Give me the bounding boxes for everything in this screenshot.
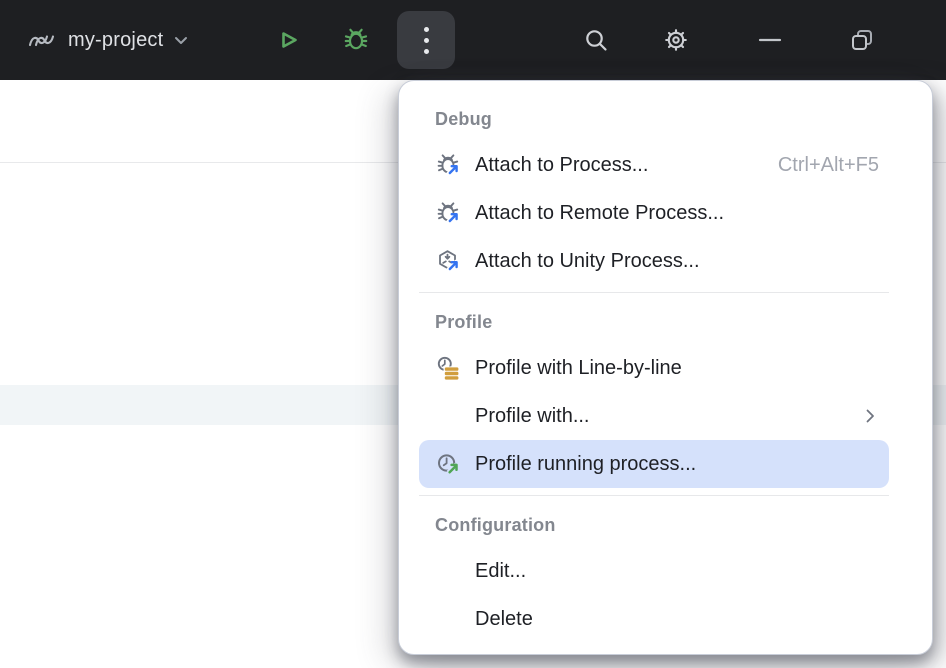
debug-bug-icon (342, 26, 370, 54)
app-window: my-project (0, 0, 946, 668)
menu-item-profile-with-line-by-line[interactable]: Profile with Line-by-line (419, 344, 889, 392)
run-icon (274, 26, 302, 54)
restore-icon (848, 26, 876, 54)
menu-divider (419, 495, 889, 496)
restore-window-button[interactable] (838, 16, 886, 64)
menu-item-label: Attach to Remote Process... (475, 202, 724, 225)
settings-button[interactable] (652, 16, 700, 64)
more-actions-button[interactable] (397, 11, 455, 69)
menu-item-attach-to-remote-process[interactable]: Attach to Remote Process... (419, 189, 889, 237)
minimize-window-button[interactable] (746, 16, 794, 64)
menu-item-attach-to-process[interactable]: Attach to Process... Ctrl+Alt+F5 (419, 141, 889, 189)
more-actions-popup-menu: Debug Attach to Process... Ctrl+Alt+F5 (398, 80, 933, 655)
menu-item-label: Attach to Unity Process... (475, 250, 700, 273)
menu-item-shortcut: Ctrl+Alt+F5 (778, 154, 879, 177)
menu-section-profile: Profile (399, 300, 932, 344)
app-logo-icon (26, 26, 58, 54)
attach-to-unity-icon (435, 248, 461, 274)
menu-item-label: Profile running process... (475, 453, 696, 476)
attach-to-process-icon (435, 152, 461, 178)
menu-item-edit[interactable]: Edit... (419, 547, 889, 595)
menu-item-profile-running-process[interactable]: Profile running process... (419, 440, 889, 488)
title-bar: my-project (0, 0, 946, 80)
search-everywhere-button[interactable] (572, 16, 620, 64)
menu-item-attach-to-unity-process[interactable]: Attach to Unity Process... (419, 237, 889, 285)
menu-section-debug: Debug (399, 97, 932, 141)
project-name: my-project (68, 29, 163, 52)
menu-section-configuration: Configuration (399, 503, 932, 547)
menu-divider (419, 292, 889, 293)
menu-item-label: Delete (475, 608, 533, 631)
attach-to-process-icon (435, 200, 461, 226)
menu-item-label: Edit... (475, 560, 526, 583)
menu-item-label: Attach to Process... (475, 154, 648, 177)
debug-button[interactable] (332, 16, 380, 64)
gear-icon (662, 26, 690, 54)
menu-item-label: Profile with... (475, 405, 589, 428)
run-button[interactable] (264, 16, 312, 64)
menu-item-delete[interactable]: Delete (419, 595, 889, 643)
chevron-down-icon (171, 30, 191, 50)
profile-line-by-line-icon (435, 355, 461, 381)
kebab-menu-icon (424, 27, 429, 54)
project-selector[interactable]: my-project (26, 26, 191, 54)
submenu-chevron-right-icon (861, 407, 879, 425)
profile-running-process-icon (435, 451, 461, 477)
minimize-icon (756, 26, 784, 54)
menu-item-label: Profile with Line-by-line (475, 357, 682, 380)
menu-item-profile-with[interactable]: Profile with... (419, 392, 889, 440)
search-icon (582, 26, 610, 54)
